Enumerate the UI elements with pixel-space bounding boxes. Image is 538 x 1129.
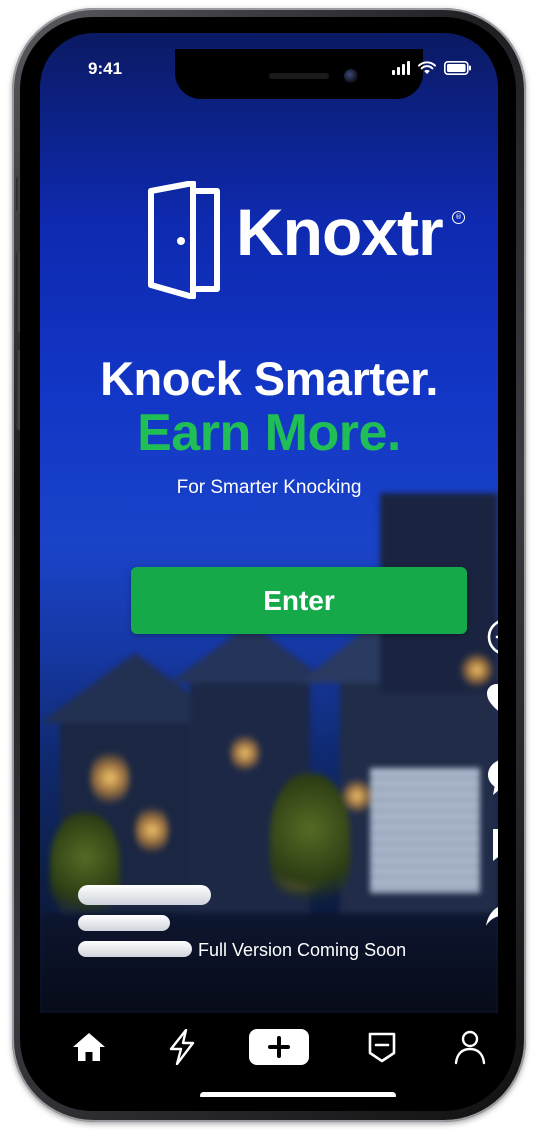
profile-icon bbox=[454, 1030, 486, 1065]
audio-placeholder bbox=[78, 941, 192, 957]
activity-tab[interactable] bbox=[160, 1025, 204, 1069]
enter-button[interactable]: Enter bbox=[131, 567, 467, 634]
username-placeholder bbox=[78, 885, 211, 905]
inbox-icon bbox=[368, 1032, 396, 1063]
registered-mark: ® bbox=[452, 211, 465, 224]
lightning-icon bbox=[169, 1029, 195, 1065]
home-indicator[interactable] bbox=[200, 1092, 396, 1097]
status-time: 9:41 bbox=[88, 59, 123, 78]
status-icons bbox=[392, 59, 472, 77]
create-icon bbox=[249, 1029, 309, 1065]
caption-placeholder bbox=[78, 915, 170, 931]
tagline: For Smarter Knocking bbox=[176, 477, 362, 498]
speaker-grille bbox=[269, 73, 329, 79]
brand-wordmark: Knoxtr bbox=[236, 195, 444, 269]
battery-icon bbox=[444, 61, 471, 75]
signal-icon bbox=[392, 61, 410, 75]
headline-line-2: Earn More. bbox=[137, 404, 401, 462]
plus-circle-icon[interactable] bbox=[484, 617, 498, 657]
comment-icon[interactable] bbox=[484, 757, 498, 797]
heart-icon[interactable] bbox=[484, 681, 498, 721]
inbox-tab[interactable] bbox=[360, 1025, 404, 1069]
home-tab[interactable] bbox=[67, 1025, 111, 1069]
share-icon[interactable] bbox=[484, 891, 498, 931]
front-camera bbox=[344, 69, 358, 83]
notch bbox=[175, 49, 423, 99]
background-neighborhood-image bbox=[40, 33, 498, 1013]
coming-soon-text: Full Version Coming Soon bbox=[198, 940, 407, 960]
wifi-icon bbox=[418, 61, 436, 74]
door-logo-icon bbox=[148, 181, 220, 299]
home-icon bbox=[73, 1033, 105, 1061]
phone-bezel: 9:41 Knoxtr ® Knock Smarter. Earn More. … bbox=[20, 17, 516, 1111]
bottom-tab-bar bbox=[40, 1013, 498, 1097]
bookmark-icon[interactable] bbox=[484, 825, 498, 865]
profile-tab[interactable] bbox=[448, 1025, 492, 1069]
create-tab[interactable] bbox=[247, 1025, 311, 1069]
app-screen: 9:41 Knoxtr ® Knock Smarter. Earn More. … bbox=[40, 33, 498, 1097]
headline-line-1: Knock Smarter. bbox=[100, 352, 438, 405]
